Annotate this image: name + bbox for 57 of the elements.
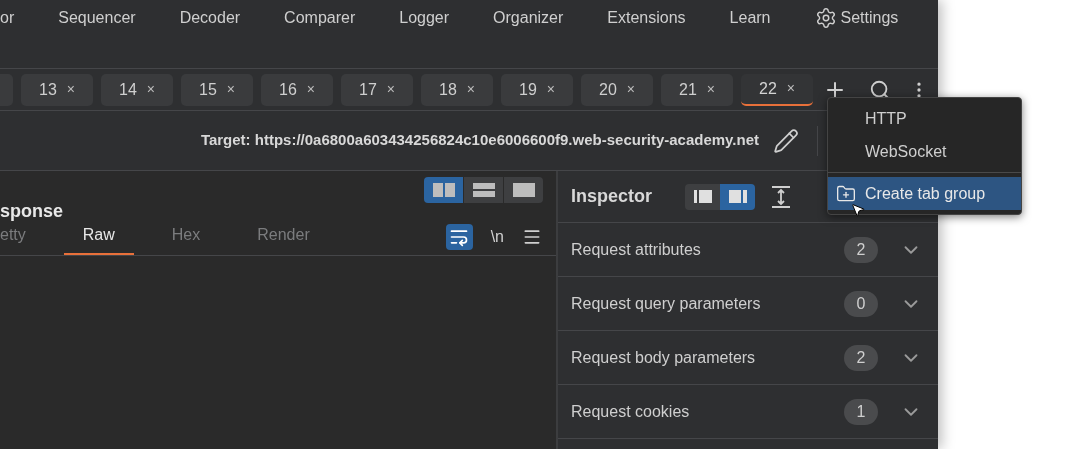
- close-icon[interactable]: ×: [706, 79, 715, 100]
- newline-toggle[interactable]: \n: [490, 225, 504, 249]
- nav-item[interactable]: Comparer: [284, 6, 356, 30]
- count-badge: 1: [844, 398, 878, 425]
- close-icon[interactable]: ×: [786, 78, 795, 99]
- nav-item[interactable]: Logger: [399, 6, 450, 30]
- menu-item[interactable]: HTTP: [828, 102, 1021, 135]
- cursor-icon: [850, 201, 866, 219]
- inspector-section[interactable]: Request cookies 1: [558, 385, 938, 439]
- folder-plus-icon: [836, 183, 856, 204]
- panel-title: sponse: [0, 200, 65, 223]
- nav-item[interactable]: Extensions: [607, 6, 686, 30]
- nav-item[interactable]: Decoder: [179, 6, 241, 30]
- menu-item[interactable]: Create tab group: [828, 177, 1021, 210]
- layout-toggle[interactable]: [685, 183, 721, 210]
- tab[interactable]: 16 ×: [261, 73, 333, 106]
- nav-item[interactable]: Learn: [729, 6, 771, 30]
- tab[interactable]: 13 ×: [21, 73, 93, 106]
- inspector-section[interactable]: Request body parameters 2: [558, 331, 938, 385]
- close-icon[interactable]: ×: [626, 79, 635, 100]
- target-url: Target: https://0a6800a603434256824c10e6006600f9.web-security-academy.net: [200, 130, 759, 151]
- menu-icon[interactable]: [522, 227, 542, 247]
- nav-item[interactable]: Organizer: [493, 6, 564, 30]
- close-icon[interactable]: ×: [386, 79, 395, 100]
- layout-toggle[interactable]: [720, 183, 756, 210]
- count-badge: 2: [844, 344, 878, 371]
- count-badge: 2: [844, 236, 878, 263]
- close-icon[interactable]: ×: [66, 79, 75, 100]
- tab[interactable]: 15 ×: [181, 73, 253, 106]
- tab[interactable]: 21 ×: [661, 73, 733, 106]
- close-icon[interactable]: ×: [146, 79, 155, 100]
- nav-item[interactable]: or: [0, 6, 15, 30]
- layout-toggle[interactable]: [424, 177, 463, 203]
- close-icon[interactable]: ×: [466, 79, 475, 100]
- tab[interactable]: 18 ×: [421, 73, 493, 106]
- tab[interactable]: 17 ×: [341, 73, 413, 106]
- nav-item[interactable]: Sequencer: [58, 6, 136, 30]
- tab[interactable]: 14 ×: [101, 73, 173, 106]
- inspector-section[interactable]: Request query parameters 0: [558, 277, 938, 331]
- close-icon[interactable]: ×: [226, 79, 235, 100]
- view-tab[interactable]: Raw: [63, 223, 134, 255]
- menu-item[interactable]: WebSocket: [828, 135, 1021, 168]
- wrap-toggle[interactable]: [445, 224, 473, 250]
- layout-toggle[interactable]: [464, 177, 503, 203]
- tab[interactable]: 22 ×: [741, 73, 813, 106]
- nav-item[interactable]: Settings: [814, 6, 899, 30]
- close-icon[interactable]: ×: [546, 79, 555, 100]
- expand-icon[interactable]: [771, 184, 792, 209]
- layout-toggle[interactable]: [504, 177, 543, 203]
- count-badge: 0: [844, 290, 878, 317]
- inspector-section[interactable]: Request attributes 2: [558, 223, 938, 277]
- edit-icon[interactable]: [773, 127, 799, 154]
- close-icon[interactable]: ×: [306, 79, 315, 100]
- inspector-title: Inspector: [571, 185, 653, 208]
- settings-icon: [814, 7, 837, 29]
- tab[interactable]: 20 ×: [581, 73, 653, 106]
- tab[interactable]: 19 ×: [501, 73, 573, 106]
